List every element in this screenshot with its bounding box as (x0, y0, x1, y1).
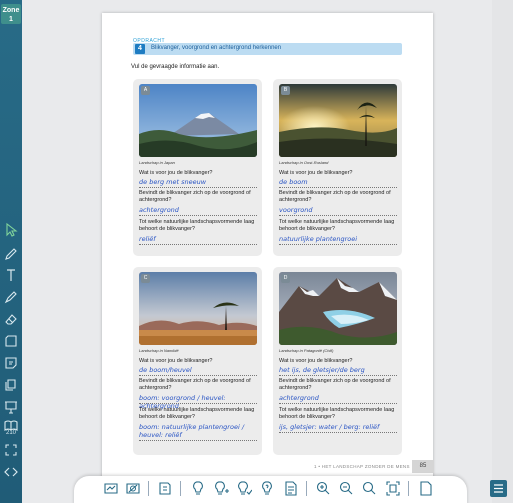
photo-oost-rusland: B (279, 84, 397, 157)
question-3: Tot welke natuurlijke landschapsvormende… (139, 407, 255, 420)
photo-caption: Landschap in Oost-Rusland (279, 160, 329, 165)
navigate-icon[interactable] (3, 464, 19, 480)
toolbar-divider (408, 481, 409, 496)
answer-1[interactable]: de boom/heuvel (139, 366, 257, 374)
select-icon[interactable] (3, 222, 19, 238)
right-panel (492, 0, 513, 503)
answer-1[interactable]: de berg met sneeuw (139, 178, 257, 186)
answer-3[interactable]: natuurlijke plantengroei (279, 235, 397, 243)
single-page-icon[interactable] (418, 480, 434, 497)
toolbar-divider (180, 481, 181, 496)
photo-caption: Landschap in Patagonië (Chili) (279, 348, 334, 353)
page-count: 210 (5, 430, 16, 436)
pages-icon[interactable] (3, 377, 19, 393)
answer-2[interactable]: achtergrond (139, 206, 257, 214)
answer-3[interactable]: ijs, gletsjer: water / berg: reliëf (279, 423, 397, 431)
answer-line (279, 432, 397, 433)
marker-icon[interactable] (3, 289, 19, 305)
rectangle-icon[interactable] (3, 333, 19, 349)
answer-1[interactable]: de boom (279, 178, 397, 186)
answer-2[interactable]: voorgrond (279, 206, 397, 214)
answer-line (139, 440, 257, 441)
pencil-icon[interactable] (3, 246, 19, 262)
book-view-icon[interactable] (157, 480, 173, 497)
answer-line (279, 375, 397, 376)
answer-1[interactable]: het ijs, de gletsjer/de berg (279, 366, 397, 374)
zoom-in-icon[interactable] (315, 480, 331, 497)
card-badge: B (281, 86, 290, 95)
answer-line (279, 403, 397, 404)
bulb-check-icon[interactable] (236, 480, 252, 497)
exercise-number: 4 (135, 44, 145, 54)
note-icon[interactable] (3, 355, 19, 371)
toolbar-divider (306, 481, 307, 496)
answer-line (279, 215, 397, 216)
exercise-title: Blikvanger, voorgrond en achtergrond her… (151, 45, 282, 51)
photo-namibie: C (139, 272, 257, 345)
page-number: 85 (412, 460, 434, 473)
photo-patagonie: D (279, 272, 397, 345)
eraser-icon[interactable] (3, 311, 19, 327)
answer-line (279, 244, 397, 245)
answer-line (139, 375, 257, 376)
card-c: C Landschap in Namibië Wat is voor jou d… (133, 267, 262, 455)
question-1: Wat is voor jou de blikvanger? (139, 170, 213, 176)
card-badge: C (141, 274, 150, 283)
document-icon[interactable] (283, 480, 299, 497)
answer-3[interactable]: reliëf (139, 235, 257, 243)
card-a: A Landschap in Japan Wat is voor jou de … (133, 79, 262, 256)
presentation-icon[interactable] (3, 399, 19, 415)
zoom-out-icon[interactable] (338, 480, 354, 497)
zoom-search-icon[interactable] (361, 480, 377, 497)
question-3: Tot welke natuurlijke landschapsvormende… (279, 219, 395, 232)
text-icon[interactable] (3, 267, 19, 283)
question-1: Wat is voor jou de blikvanger? (279, 358, 353, 364)
question-2: Bevindt de blikvanger zich op de voorgro… (139, 190, 251, 203)
textbook-page: OPDRACHT 4 Blikvanger, voorgrond en acht… (102, 13, 434, 483)
fullscreen-icon[interactable] (3, 442, 19, 458)
question-2: Bevindt de blikvanger zich op de voorgro… (279, 378, 391, 391)
photo-japan: A (139, 84, 257, 157)
app-logo[interactable]: Zone 1 (1, 4, 21, 24)
question-2: Bevindt de blikvanger zich op de voorgro… (279, 190, 391, 203)
card-badge: D (281, 274, 290, 283)
bulb-add-icon[interactable] (213, 480, 229, 497)
answer-line (139, 244, 257, 245)
answer-2[interactable]: achtergrond (279, 394, 397, 402)
fit-icon[interactable] (385, 480, 401, 497)
question-1: Wat is voor jou de blikvanger? (139, 358, 213, 364)
card-d: D Landschap in Patagonië (Chili) Wat is … (273, 267, 402, 455)
exercise-instruction: Vul de gevraagde informatie aan. (131, 64, 220, 70)
answer-line (139, 215, 257, 216)
answer-3[interactable]: boom: natuurlijke plantengroei / heuvel:… (139, 423, 257, 439)
answers-icon[interactable] (103, 480, 119, 497)
answer-line (139, 403, 257, 404)
card-b: B Landschap in Oost-Rusland Wat is voor … (273, 79, 402, 256)
photo-caption: Landschap in Japan (139, 160, 175, 165)
answer-line (139, 187, 257, 188)
question-1: Wat is voor jou de blikvanger? (279, 170, 353, 176)
question-3: Tot welke natuurlijke landschapsvormende… (139, 219, 255, 232)
toolbar-divider (148, 481, 149, 496)
chapter-footer: 1 • HET LANDSCHAP ZONDER DE MENS (314, 464, 410, 469)
bulb-icon[interactable] (190, 480, 206, 497)
answer-line (279, 187, 397, 188)
hide-answers-icon[interactable] (125, 480, 141, 497)
sidebar: Zone 1 210 (0, 0, 22, 503)
question-3: Tot welke natuurlijke landschapsvormende… (279, 407, 395, 420)
bulb-question-icon[interactable] (259, 480, 275, 497)
question-2: Bevindt de blikvanger zich op de voorgro… (139, 378, 251, 391)
menu-icon[interactable] (490, 480, 507, 497)
photo-caption: Landschap in Namibië (139, 348, 179, 353)
card-badge: A (141, 86, 150, 95)
